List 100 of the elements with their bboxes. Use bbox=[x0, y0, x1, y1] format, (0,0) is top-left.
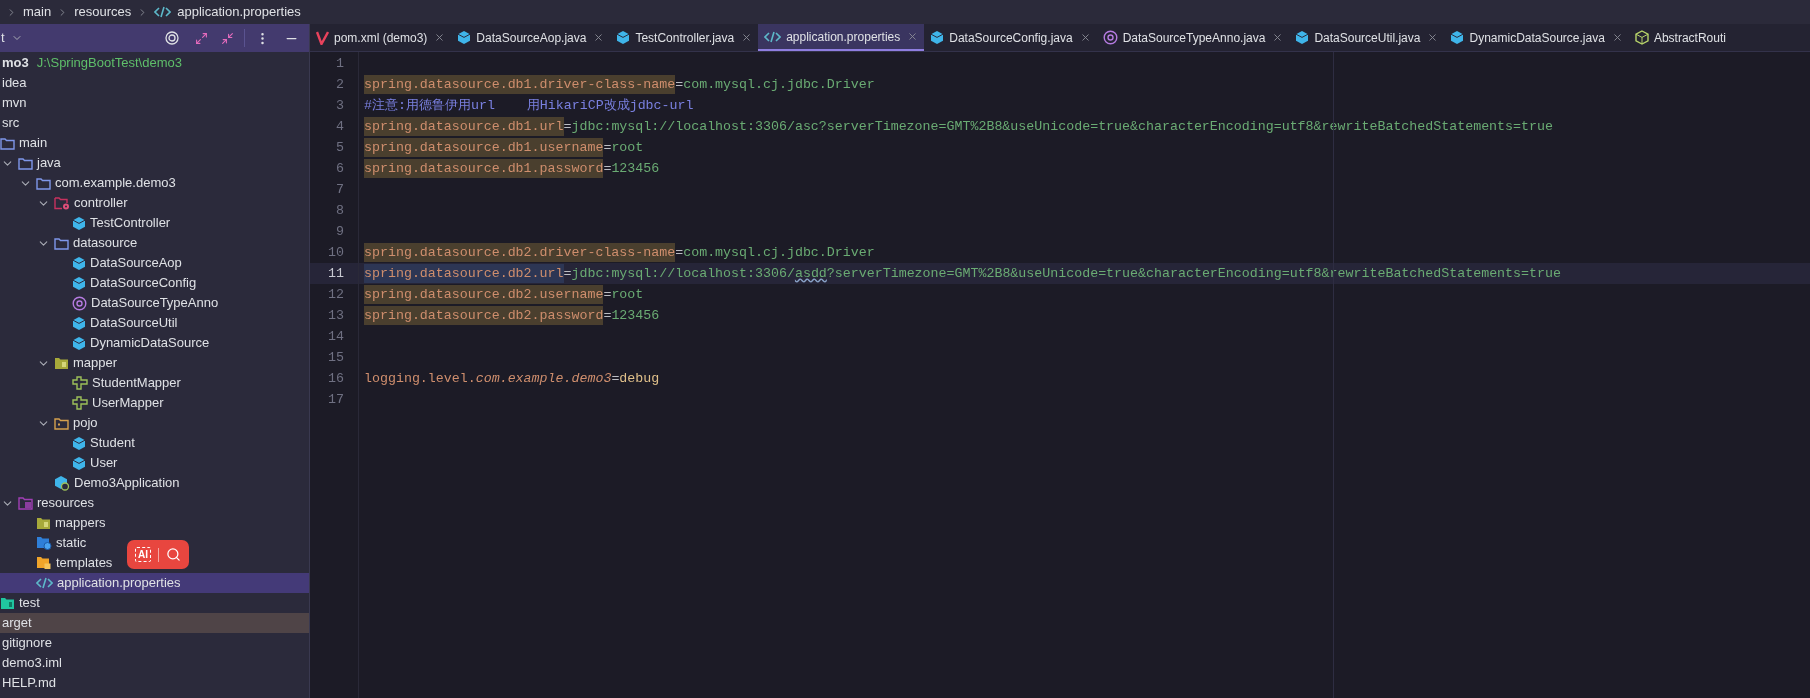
tree-item[interactable]: com.example.demo3 bbox=[36, 173, 176, 193]
folder-icon bbox=[0, 596, 15, 610]
tree-item-label: com.example.demo3 bbox=[55, 174, 176, 193]
code-line: spring.datasource.db2.driver-class-name=com.mysql.cj.jdbc.Driver bbox=[364, 242, 875, 263]
tree-item[interactable]: DataSourceUtil bbox=[72, 313, 178, 333]
editor-tab[interactable]: AbstractRouti bbox=[1628, 24, 1732, 51]
tree-item[interactable]: datasource bbox=[54, 233, 138, 253]
tree-item[interactable]: pojo bbox=[54, 413, 98, 433]
panel-title[interactable]: t bbox=[0, 28, 5, 48]
editor-tab[interactable]: pom.xml (demo3) bbox=[310, 24, 452, 51]
editor-tab[interactable]: DataSourceUtil.java bbox=[1289, 24, 1445, 51]
close-icon[interactable] bbox=[1272, 32, 1284, 43]
editor-tab[interactable]: TestController.java bbox=[610, 24, 759, 51]
folder-icon bbox=[36, 176, 51, 190]
tree-item[interactable]: mapper bbox=[54, 353, 118, 373]
code-line: #注意:用德鲁伊用url 用HikariCP改成jdbc-url bbox=[364, 96, 694, 115]
cube-icon bbox=[72, 455, 86, 471]
tree-item[interactable]: main bbox=[0, 133, 48, 153]
tree-item[interactable]: TestController bbox=[72, 213, 171, 233]
folder-gear-icon bbox=[54, 196, 70, 210]
line-number: 15 bbox=[327, 348, 344, 367]
line-number: 9 bbox=[335, 222, 344, 241]
editor-tab[interactable]: DataSourceConfig.java bbox=[924, 24, 1097, 51]
cube-icon bbox=[1295, 30, 1310, 45]
tree-item[interactable]: mo3 J:\SpringBootTest\demo3 bbox=[2, 53, 182, 73]
code-line: spring.datasource.db2.password=123456 bbox=[364, 305, 660, 326]
line-number: 8 bbox=[335, 201, 344, 220]
tree-item[interactable]: User bbox=[72, 453, 118, 473]
folder-icon bbox=[54, 236, 69, 250]
close-icon[interactable] bbox=[907, 31, 919, 42]
tree-item[interactable]: DataSourceTypeAnno bbox=[72, 293, 219, 313]
close-icon[interactable] bbox=[593, 32, 605, 43]
cube-icon bbox=[72, 435, 86, 451]
cube-icon bbox=[72, 275, 86, 291]
editor-tab[interactable]: DataSourceTypeAnno.java bbox=[1096, 24, 1290, 51]
tree-item[interactable]: Student bbox=[72, 433, 135, 453]
tab-label: DynamicDataSource.java bbox=[1469, 29, 1605, 47]
tab-label: DataSourceConfig.java bbox=[949, 29, 1073, 47]
tree-item-label: controller bbox=[74, 194, 128, 213]
tree-item[interactable]: Demo3Application bbox=[54, 473, 180, 493]
breadcrumb-item[interactable]: resources bbox=[74, 2, 132, 22]
tree-item-label: DataSourceConfig bbox=[90, 274, 197, 293]
tree-item[interactable]: UserMapper bbox=[72, 393, 164, 413]
tree-item[interactable]: HELP.md bbox=[2, 673, 56, 693]
close-icon[interactable] bbox=[1427, 32, 1439, 43]
tree-item[interactable]: DynamicDataSource bbox=[72, 333, 210, 353]
line-number: 17 bbox=[327, 390, 344, 409]
project-path: J:\SpringBootTest\demo3 bbox=[36, 54, 182, 73]
tree-item-label: DataSourceUtil bbox=[90, 314, 178, 333]
tree-item[interactable]: mappers bbox=[36, 513, 106, 533]
line-number: 16 bbox=[327, 369, 344, 388]
tree-item[interactable]: DataSourceAop bbox=[72, 253, 182, 273]
line-number: 6 bbox=[335, 159, 344, 178]
tree-item[interactable]: src bbox=[2, 113, 20, 133]
tree-item-label: Demo3Application bbox=[74, 474, 180, 493]
line-number: 2 bbox=[335, 75, 344, 94]
tree-item[interactable]: idea bbox=[2, 73, 27, 93]
close-icon[interactable] bbox=[1079, 32, 1091, 43]
code-line: logging.level.com.example.demo3=debug bbox=[364, 369, 660, 388]
tree-item[interactable]: resources bbox=[18, 493, 95, 513]
line-number: 11 bbox=[327, 264, 344, 283]
editor-tab[interactable]: DataSourceAop.java bbox=[451, 24, 611, 51]
tree-item-label: mappers bbox=[55, 514, 106, 533]
tree-item[interactable]: templates bbox=[36, 553, 113, 573]
line-number: 3 bbox=[335, 96, 344, 115]
cube-icon bbox=[1450, 30, 1465, 45]
folder-icon bbox=[54, 416, 69, 430]
breadcrumb-item[interactable]: application.properties bbox=[177, 2, 301, 22]
close-icon[interactable] bbox=[1611, 32, 1623, 43]
breadcrumb-item[interactable]: main bbox=[23, 2, 52, 22]
expand-icon[interactable] bbox=[195, 31, 208, 45]
editor-tab[interactable]: application.properties bbox=[758, 24, 925, 51]
search-icon[interactable] bbox=[166, 547, 181, 562]
tree-item-label: Student bbox=[90, 434, 135, 453]
tree-item[interactable]: static bbox=[36, 533, 87, 553]
code-line: spring.datasource.db1.driver-class-name=com.mysql.cj.jdbc.Driver bbox=[364, 74, 875, 95]
tree-item[interactable]: java bbox=[18, 153, 61, 173]
tree-item[interactable]: demo3.iml bbox=[2, 653, 62, 673]
app-class-icon bbox=[54, 475, 70, 491]
tree-item[interactable]: DataSourceConfig bbox=[72, 273, 197, 293]
tree-item[interactable]: controller bbox=[54, 193, 128, 213]
cube-icon bbox=[72, 255, 86, 271]
line-number: 10 bbox=[327, 243, 344, 262]
ai-scan-button[interactable]: AI bbox=[135, 547, 151, 562]
tree-item[interactable]: gitignore bbox=[2, 633, 52, 653]
code-line: spring.datasource.db2.url=jdbc:mysql://localhost:3306/asdd?serverTimezone=GMT%2B8&useUnicode=true&characterEncoding=utf8&rewriteBatchedStatements=true bbox=[364, 263, 1561, 284]
close-icon[interactable] bbox=[434, 32, 446, 43]
tree-item[interactable]: mvn bbox=[2, 93, 27, 113]
tree-item[interactable]: arget bbox=[2, 613, 32, 633]
tree-item[interactable]: test bbox=[0, 593, 40, 613]
at-sign-icon bbox=[72, 295, 87, 311]
target-icon[interactable] bbox=[165, 31, 179, 45]
line-number: 4 bbox=[335, 117, 344, 136]
close-icon[interactable] bbox=[741, 32, 753, 43]
folder-globe-icon bbox=[36, 536, 52, 550]
tree-item[interactable]: StudentMapper bbox=[72, 373, 181, 393]
cube-icon bbox=[616, 30, 631, 45]
editor-tab[interactable]: DynamicDataSource.java bbox=[1444, 24, 1629, 51]
tree-item[interactable]: application.properties bbox=[36, 573, 181, 593]
collapse-icon[interactable] bbox=[221, 31, 234, 45]
